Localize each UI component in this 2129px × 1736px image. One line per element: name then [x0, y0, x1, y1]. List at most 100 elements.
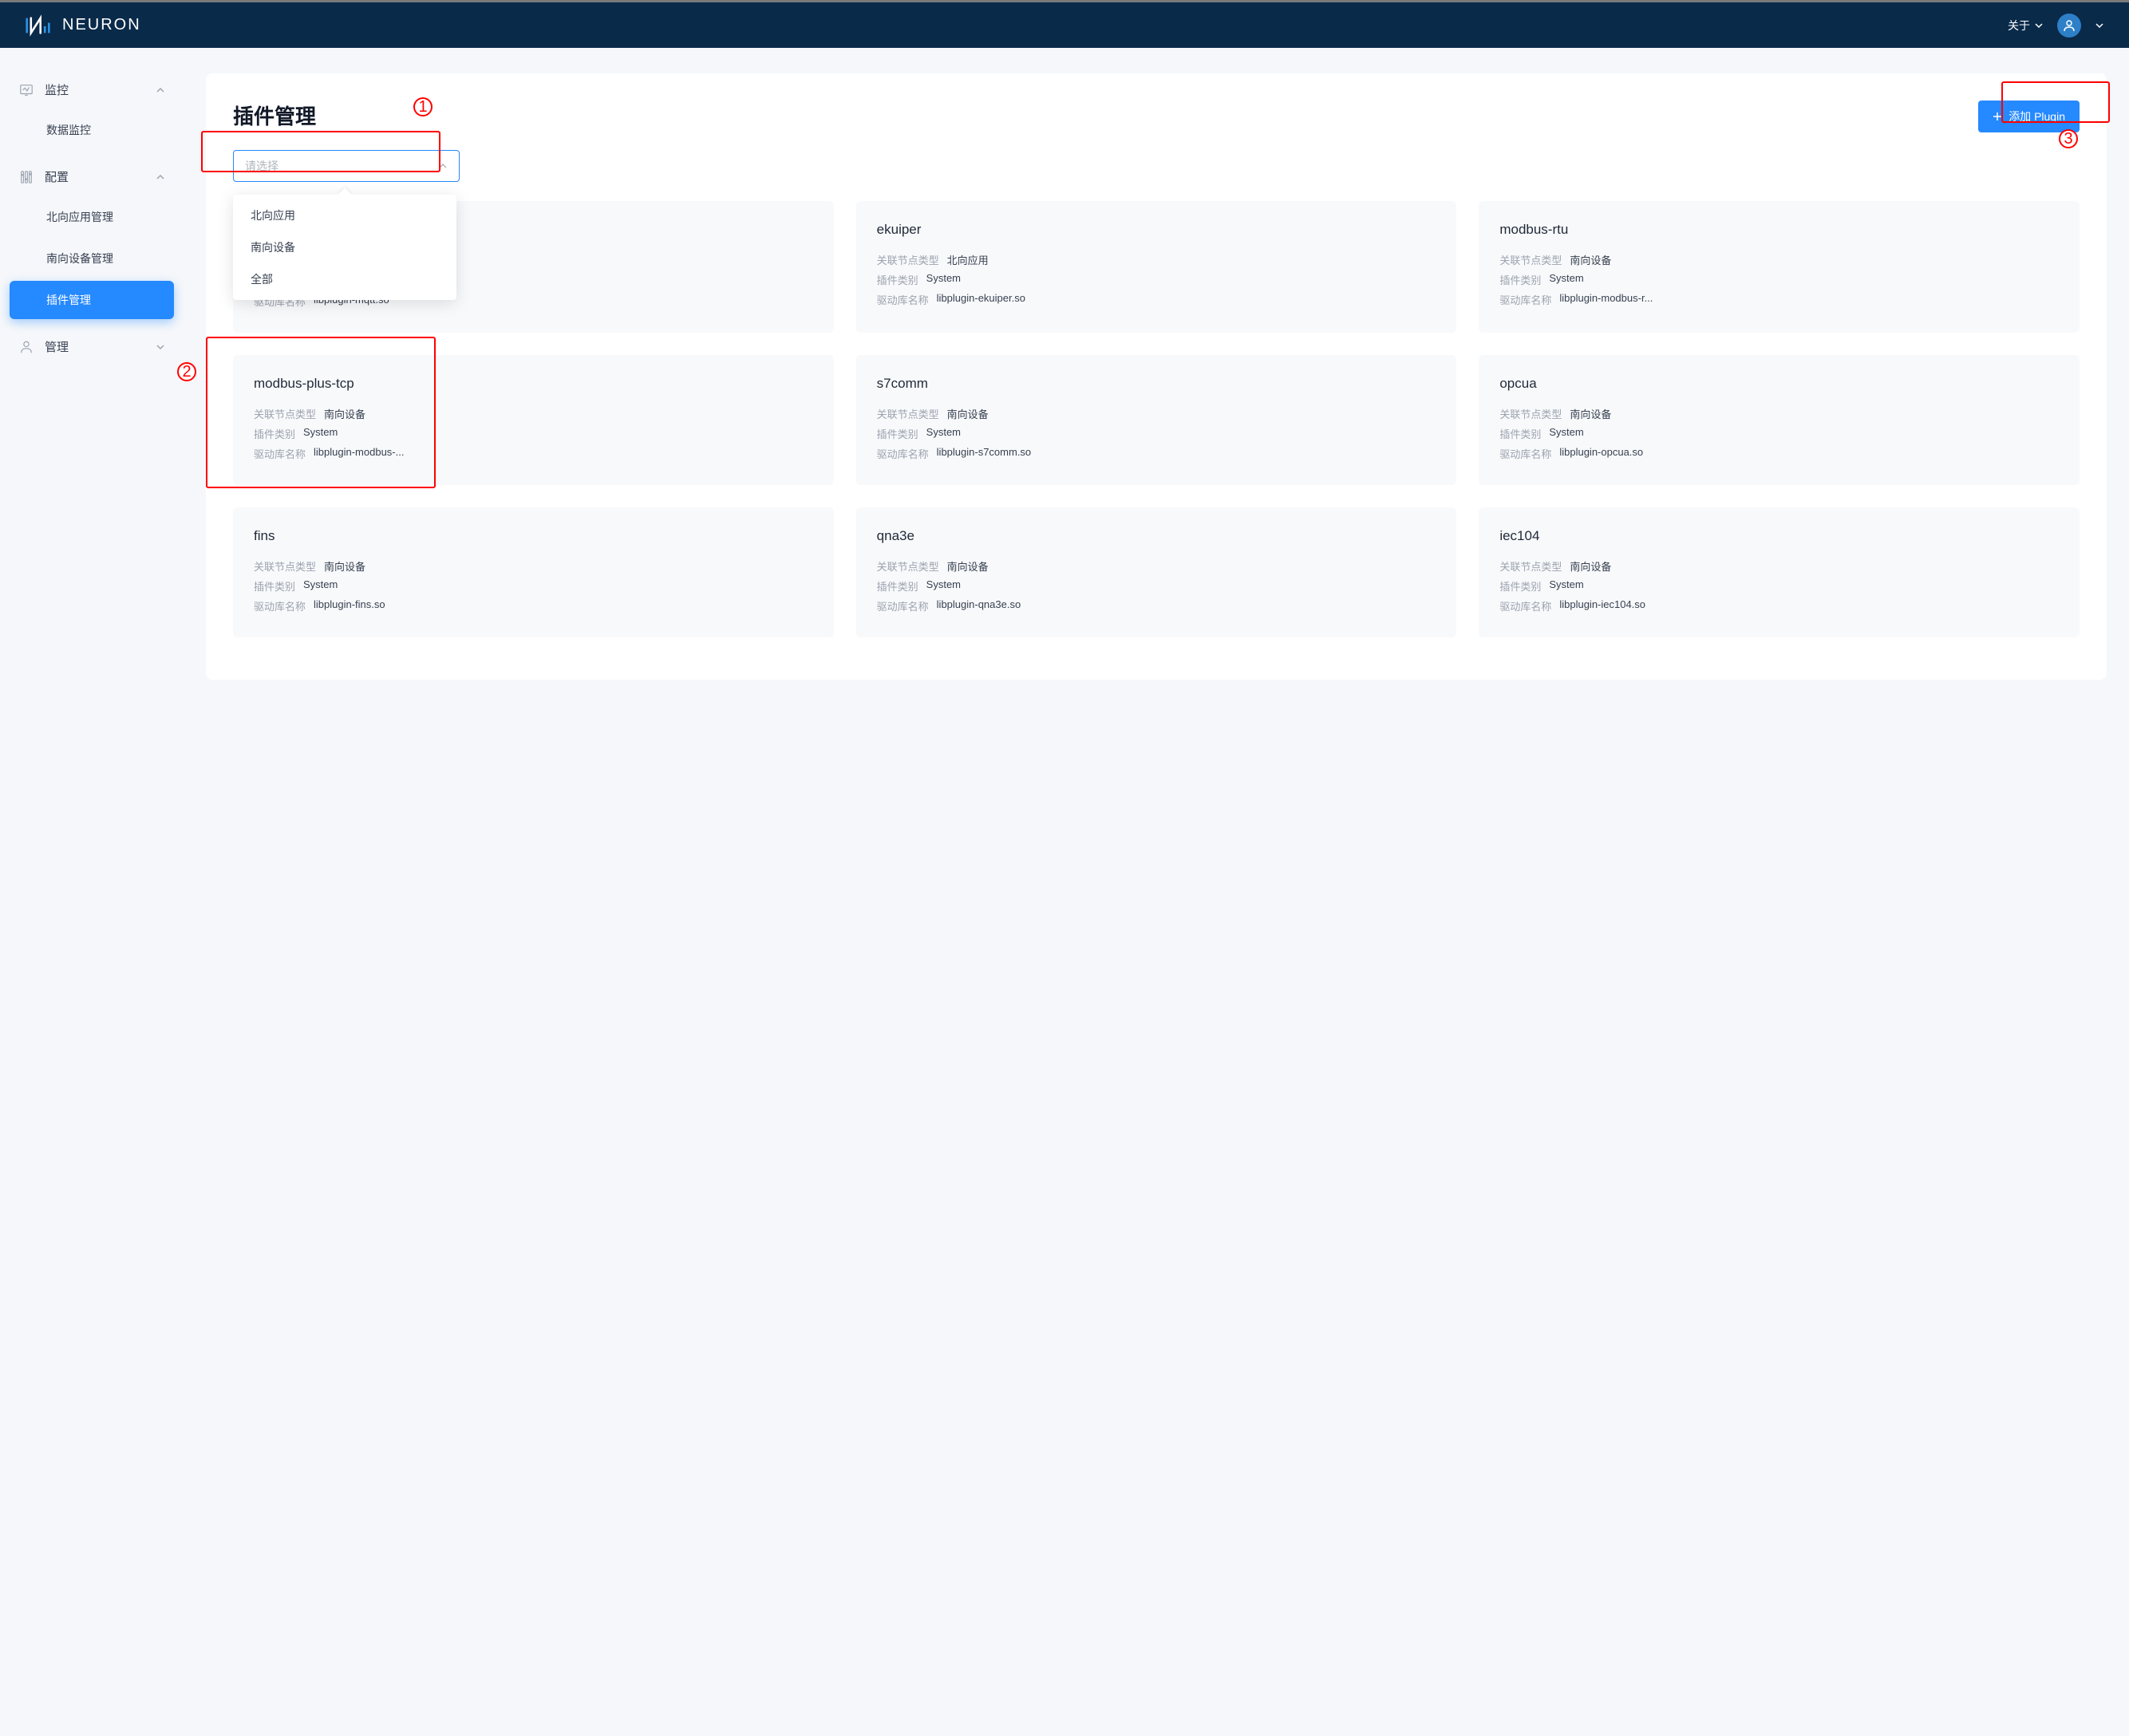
- card-value: libplugin-modbus-...: [314, 446, 404, 461]
- card-label: 插件类别: [254, 578, 295, 594]
- card-value: 南向设备: [324, 406, 365, 421]
- card-value: 南向设备: [947, 406, 989, 421]
- plugin-card[interactable]: s7comm 关联节点类型南向设备插件类别 System 驱动库名称 libplugin…: [856, 355, 1457, 485]
- card-label: 插件类别: [1499, 272, 1541, 287]
- card-value: System: [1549, 578, 1583, 594]
- card-value: libplugin-iec104.so: [1559, 598, 1645, 614]
- card-value: 南向设备: [1570, 558, 1611, 574]
- card-value: 南向设备: [324, 558, 365, 574]
- card-label: 驱动库名称: [877, 598, 929, 614]
- sidebar-item-data-monitor[interactable]: 数据监控: [10, 111, 174, 149]
- card-title: ekuiper: [877, 222, 1436, 238]
- dropdown-option-all[interactable]: 全部: [233, 263, 456, 295]
- sidebar-head-monitor[interactable]: 监控: [10, 72, 174, 108]
- user-icon: [19, 340, 34, 354]
- sidebar-monitor-label: 监控: [45, 81, 145, 98]
- card-title: modbus-rtu: [1499, 222, 2059, 238]
- card-title: fins: [254, 528, 813, 544]
- plus-icon: [1993, 112, 2002, 121]
- card-title: opcua: [1499, 376, 2059, 392]
- sidebar-head-admin[interactable]: 管理: [10, 329, 174, 365]
- sidebar-group-monitor: 监控 数据监控: [10, 72, 174, 149]
- card-value: System: [303, 578, 338, 594]
- panel: 插件管理 添加 Plugin 请选择 北向应用 南向设备 全部 驱动库名称 lib…: [206, 73, 2107, 680]
- card-value: System: [303, 426, 338, 441]
- card-title: s7comm: [877, 376, 1436, 392]
- logo-icon: [26, 14, 53, 37]
- chevron-up-icon: [156, 173, 164, 181]
- plugin-card[interactable]: opcua关联节点类型南向设备插件类别System驱动库名称libplugin-…: [1479, 355, 2080, 485]
- card-label: 关联节点类型: [877, 558, 939, 574]
- card-title: modbus-plus-tcp: [254, 376, 813, 392]
- filter-select-wrap: 请选择 北向应用 南向设备 全部: [233, 150, 460, 182]
- plugin-card[interactable]: modbus-plus-tcp关联节点类型南向设备插件类别System驱动库名称…: [233, 355, 834, 485]
- card-value: libplugin-qna3e.so: [937, 598, 1021, 614]
- sidebar-admin-label: 管理: [45, 338, 145, 355]
- card-label: 插件类别: [877, 426, 918, 441]
- card-label: 插件类别: [254, 426, 295, 441]
- add-plugin-button[interactable]: 添加 Plugin: [1978, 101, 2080, 132]
- card-value: System: [1549, 272, 1583, 287]
- about-menu[interactable]: 关于: [2008, 18, 2043, 34]
- sidebar: 监控 数据监控 配置 北向应用管理 南向设备管理 插件管理: [0, 48, 184, 705]
- card-value: libplugin-s7comm.so: [937, 446, 1032, 461]
- avatar[interactable]: [2057, 14, 2081, 37]
- brand-name: NEURON: [62, 16, 141, 34]
- card-value: 北向应用: [947, 252, 989, 267]
- monitor-icon: [19, 83, 34, 97]
- about-label: 关于: [2008, 18, 2030, 34]
- card-label: 关联节点类型: [1499, 252, 1562, 267]
- page-title: 插件管理: [233, 101, 316, 130]
- card-value: System: [926, 578, 961, 594]
- card-label: 关联节点类型: [877, 406, 939, 421]
- sidebar-config-label: 配置: [45, 168, 145, 185]
- plugin-card[interactable]: fins 关联节点类型南向设备插件类别 System 驱动库名称 libplugin-f…: [233, 507, 834, 637]
- card-label: 驱动库名称: [254, 446, 306, 461]
- plugin-card[interactable]: modbus-rtu 关联节点类型南向设备插件类别 System 驱动库名称 libpl…: [1479, 201, 2080, 333]
- card-value: libplugin-ekuiper.so: [937, 292, 1025, 307]
- card-label: 驱动库名称: [877, 292, 929, 307]
- plugin-card[interactable]: ekuiper 关联节点类型北向应用插件类别 System 驱动库名称 libplugi…: [856, 201, 1457, 333]
- sidebar-item-north-app[interactable]: 北向应用管理: [10, 198, 174, 236]
- sidebar-head-config[interactable]: 配置: [10, 159, 174, 195]
- card-label: 插件类别: [877, 578, 918, 594]
- plugin-card[interactable]: iec104关联节点类型南向设备插件类别System驱动库名称libplugin…: [1479, 507, 2080, 637]
- main: 插件管理 添加 Plugin 请选择 北向应用 南向设备 全部 驱动库名称 lib…: [184, 48, 2129, 705]
- select-placeholder: 请选择: [245, 158, 278, 174]
- card-value: 南向设备: [1570, 406, 1611, 421]
- chevron-down-icon[interactable]: [2095, 22, 2103, 30]
- chevron-up-icon: [438, 161, 448, 171]
- card-value: libplugin-fins.so: [314, 598, 385, 614]
- card-label: 驱动库名称: [1499, 292, 1551, 307]
- card-title: qna3e: [877, 528, 1436, 544]
- card-label: 插件类别: [1499, 578, 1541, 594]
- topbar: NEURON 关于: [0, 0, 2129, 48]
- card-value: System: [926, 426, 961, 441]
- config-icon: [19, 170, 34, 184]
- card-label: 关联节点类型: [1499, 406, 1562, 421]
- card-label: 驱动库名称: [1499, 446, 1551, 461]
- user-icon: [2063, 19, 2076, 32]
- add-plugin-label: 添加 Plugin: [2009, 108, 2065, 124]
- card-label: 驱动库名称: [254, 598, 306, 614]
- chevron-down-icon: [2035, 22, 2043, 30]
- plugin-card[interactable]: qna3e关联节点类型南向设备插件类别System驱动库名称libplugin-…: [856, 507, 1457, 637]
- topbar-right: 关于: [2008, 14, 2103, 37]
- sidebar-item-south-device[interactable]: 南向设备管理: [10, 239, 174, 278]
- card-label: 关联节点类型: [1499, 558, 1562, 574]
- chevron-up-icon: [156, 86, 164, 94]
- card-value: 南向设备: [1570, 252, 1611, 267]
- card-label: 关联节点类型: [877, 252, 939, 267]
- plugin-grid: 驱动库名称libplugin-mqtt.soekuiper关联节点类型北向应用插…: [233, 201, 2080, 637]
- card-value: libplugin-modbus-r...: [1559, 292, 1653, 307]
- dropdown-option-north[interactable]: 北向应用: [233, 199, 456, 231]
- dropdown-option-south[interactable]: 南向设备: [233, 231, 456, 263]
- card-value: System: [926, 272, 961, 287]
- card-label: 插件类别: [1499, 426, 1541, 441]
- sidebar-item-plugin-manage[interactable]: 插件管理: [10, 281, 174, 319]
- card-label: 驱动库名称: [877, 446, 929, 461]
- card-label: 关联节点类型: [254, 558, 316, 574]
- sidebar-group-admin: 管理: [10, 329, 174, 365]
- filter-select[interactable]: 请选择: [233, 150, 460, 182]
- card-label: 插件类别: [877, 272, 918, 287]
